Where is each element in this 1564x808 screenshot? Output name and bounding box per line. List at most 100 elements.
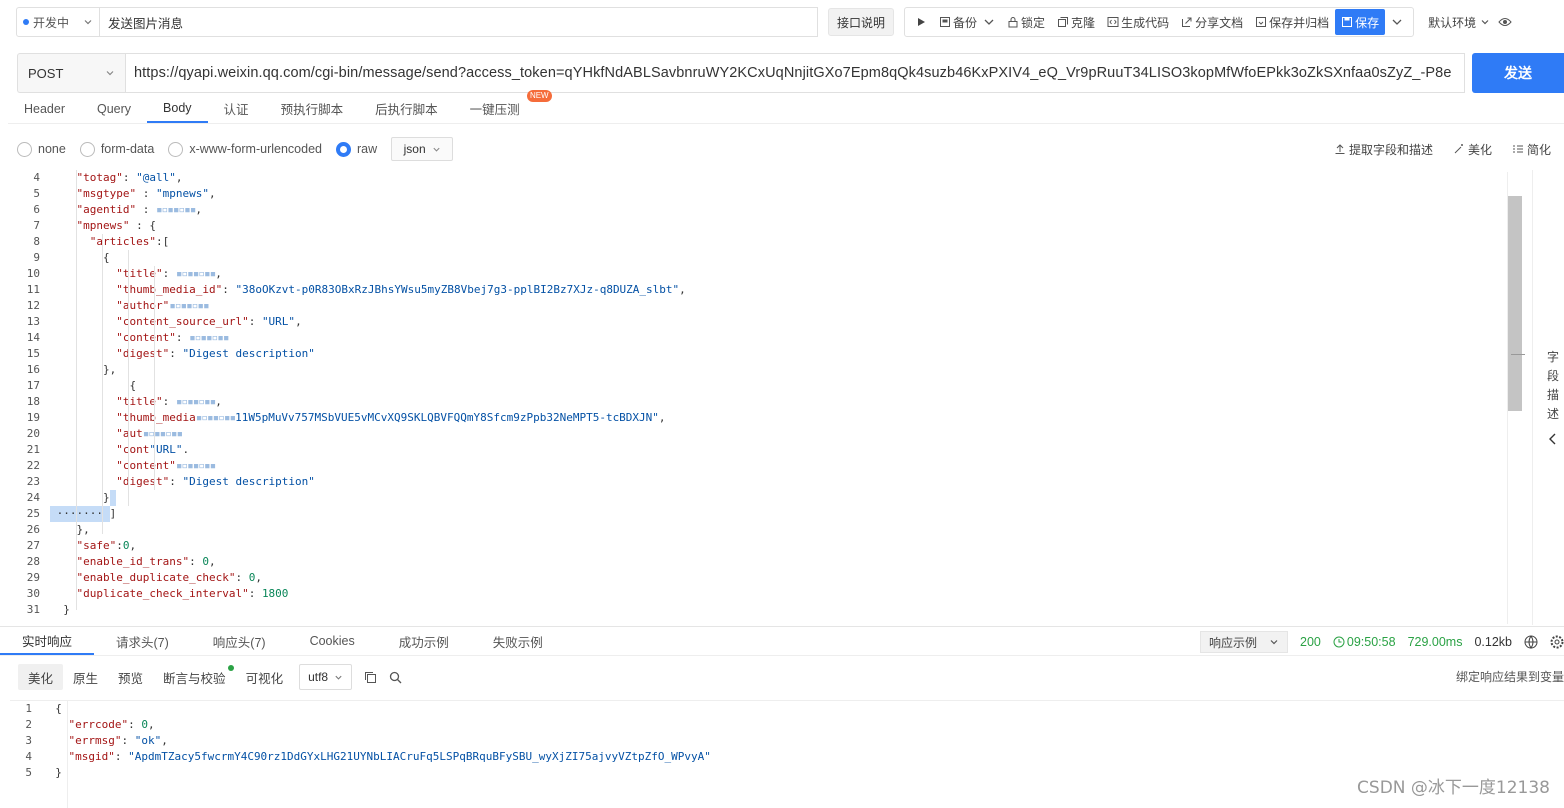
line-number: 15 (26, 347, 40, 360)
code-token: : (136, 187, 156, 200)
radio-urlencoded-label: x-www-form-urlencoded (189, 142, 322, 156)
field-desc-panel[interactable]: 字段描述 (1511, 170, 1564, 625)
code-line: 28 "enable_id_trans": 0, (10, 554, 1522, 570)
tab-header[interactable]: Header (8, 94, 81, 123)
code-token: "errcode" (68, 718, 129, 731)
response-body-viewer[interactable]: 1 {2 "errcode": 0,3 "errmsg": "ok", 4 "ms… (10, 700, 1564, 808)
code-token: "content" (116, 331, 176, 344)
code-token: : (129, 219, 150, 232)
tab-stress-test[interactable]: 一键压测 NEW (454, 90, 552, 123)
code-line: 23 "digest": "Digest description" (10, 474, 1522, 490)
simplify-button[interactable]: 简化 (1512, 141, 1551, 158)
editor-scrollbar-thumb[interactable] (1508, 196, 1522, 411)
chevron-down-icon (335, 675, 342, 680)
code-token: "author" (116, 299, 170, 312)
code-token: "mpnews" (76, 219, 130, 232)
url-input[interactable]: https://qyapi.weixin.qq.com/cgi-bin/mess… (125, 53, 1465, 93)
line-number: 1 (25, 702, 32, 715)
resp-preview-tab[interactable]: 预览 (108, 664, 153, 690)
env-select[interactable]: 默认环境 (1428, 14, 1512, 31)
api-title-input[interactable] (100, 7, 818, 37)
run-button[interactable] (909, 9, 933, 35)
code-token: { (55, 702, 62, 715)
tab-response-headers[interactable]: 响应头(7) (191, 627, 288, 655)
line-number: 14 (26, 331, 40, 344)
code-token: "ok" (134, 734, 162, 747)
tab-live-response[interactable]: 实时响应 (0, 627, 95, 655)
code-token: : (136, 203, 156, 216)
radio-form-data[interactable]: form-data (79, 141, 154, 157)
tab-pre-script[interactable]: 预执行脚本 (265, 94, 360, 123)
share-doc-button[interactable]: 分享文档 (1175, 9, 1249, 35)
tab-stress-test-label: 一键压测 (469, 103, 520, 117)
code-line: 19 "thumb_media ▪▫▪▪▫▪▪ 11W5pMuVv757MSbVUE… (10, 410, 1522, 426)
code-token: : (189, 555, 203, 568)
backup-label: 备份 (953, 15, 978, 30)
redacted-text: ▪▫▪▪▫▪▪ (142, 427, 183, 440)
extract-fields-button[interactable]: 提取字段和描述 (1334, 141, 1433, 158)
beautify-button[interactable]: 美化 (1453, 141, 1492, 158)
code-line: 3 "errmsg": "ok", (10, 733, 1564, 749)
code-line: 22 "content" ▪▫▪▪▫▪▪ (10, 458, 1522, 474)
request-body-editor[interactable]: 4 "totag": "@all", 5 "msgtype" : "mpnews"… (10, 170, 1522, 625)
chevron-down-icon (433, 147, 440, 152)
redacted-text: ▪▫▪▪▫▪▪ (169, 299, 209, 312)
line-number: 3 (25, 734, 32, 747)
radio-none[interactable]: none (17, 141, 66, 157)
tab-body[interactable]: Body (147, 94, 208, 123)
generate-code-button[interactable]: 生成代码 (1101, 9, 1175, 35)
send-button[interactable]: 发送 (1472, 53, 1564, 93)
resp-visualize-tab[interactable]: 可视化 (236, 664, 294, 690)
code-token: "enable_id_trans" (76, 555, 190, 568)
response-status-bar: 响应示例 200 09:50:58 729.00ms 0.12kb (1200, 627, 1564, 657)
redacted-text: ▪▫▪▪▫▪▪ (175, 267, 216, 280)
code-token: 0 (248, 571, 256, 584)
code-token: : (175, 331, 190, 344)
tab-auth[interactable]: 认证 (208, 94, 265, 123)
api-desc-button[interactable]: 接口说明 (828, 8, 895, 36)
line-number: 7 (33, 219, 40, 232)
line-number: 28 (26, 555, 40, 568)
resp-beautify-tab[interactable]: 美化 (18, 664, 64, 690)
resp-assert-tab[interactable]: 断言与校验 (153, 664, 236, 690)
bind-result-link[interactable]: 绑定响应结果到变量 (1456, 668, 1564, 685)
radio-raw[interactable]: raw (336, 141, 377, 157)
tab-query[interactable]: Query (81, 94, 147, 123)
method-select[interactable]: POST (17, 53, 125, 93)
radio-urlencoded[interactable]: x-www-form-urlencoded (168, 141, 322, 157)
clone-label: 克隆 (1071, 15, 1096, 30)
resp-raw-tab[interactable]: 原生 (63, 664, 108, 690)
line-number: 2 (25, 718, 32, 731)
line-number: 20 (26, 427, 40, 440)
env-status-select[interactable]: 开发中 (16, 7, 100, 37)
encoding-select[interactable]: utf8 (299, 664, 353, 690)
code-line: 7 "mpnews" : { (10, 218, 1522, 234)
backup-button[interactable]: 备份 (933, 9, 1001, 35)
copy-icon[interactable] (364, 671, 377, 684)
eye-icon[interactable] (1498, 16, 1512, 28)
code-token: 0 (141, 718, 148, 731)
search-icon[interactable] (389, 671, 402, 684)
format-select[interactable]: json (391, 137, 454, 161)
tab-fail-example[interactable]: 失败示例 (471, 627, 565, 655)
gear-icon[interactable] (1550, 635, 1564, 649)
lock-button[interactable]: 锁定 (1001, 9, 1051, 35)
globe-icon[interactable] (1524, 635, 1538, 649)
clone-button[interactable]: 克隆 (1051, 9, 1101, 35)
save-archive-button[interactable]: 保存并归档 (1249, 9, 1335, 35)
save-button[interactable]: 保存 (1335, 9, 1386, 35)
line-number: 25 (26, 507, 40, 520)
share-icon (1182, 17, 1192, 27)
tab-success-example[interactable]: 成功示例 (377, 627, 471, 655)
tab-post-script[interactable]: 后执行脚本 (359, 94, 454, 123)
response-example-select[interactable]: 响应示例 (1200, 631, 1289, 653)
save-dropdown-button[interactable] (1385, 9, 1409, 35)
line-number: 11 (26, 283, 40, 296)
tab-cookies[interactable]: Cookies (288, 627, 377, 655)
code-lines: 4 "totag": "@all", 5 "msgtype" : "mpnews"… (10, 170, 1522, 618)
tab-request-headers[interactable]: 请求头(7) (94, 627, 191, 655)
chevron-left-icon[interactable] (1547, 432, 1559, 446)
